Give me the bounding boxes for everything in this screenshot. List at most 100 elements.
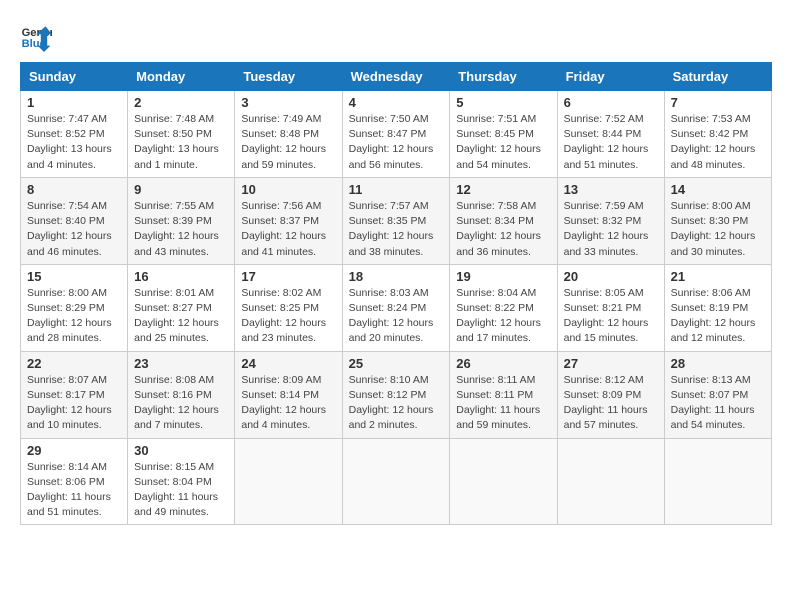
calendar-cell: 30 Sunrise: 8:15 AMSunset: 8:04 PMDayligh…	[128, 438, 235, 525]
calendar-week-row: 22 Sunrise: 8:07 AMSunset: 8:17 PMDayligh…	[21, 351, 772, 438]
calendar-cell: 28 Sunrise: 8:13 AMSunset: 8:07 PMDayligh…	[664, 351, 771, 438]
day-info: Sunrise: 8:12 AMSunset: 8:09 PMDaylight:…	[564, 373, 658, 434]
day-number: 16	[134, 269, 228, 284]
calendar-cell: 20 Sunrise: 8:05 AMSunset: 8:21 PMDayligh…	[557, 264, 664, 351]
day-number: 21	[671, 269, 765, 284]
calendar-cell: 9 Sunrise: 7:55 AMSunset: 8:39 PMDaylight…	[128, 177, 235, 264]
day-number: 11	[349, 182, 444, 197]
calendar-cell	[557, 438, 664, 525]
calendar-cell: 14 Sunrise: 8:00 AMSunset: 8:30 PMDayligh…	[664, 177, 771, 264]
day-info: Sunrise: 8:00 AMSunset: 8:29 PMDaylight:…	[27, 286, 121, 347]
day-number: 7	[671, 95, 765, 110]
day-number: 29	[27, 443, 121, 458]
calendar-cell: 11 Sunrise: 7:57 AMSunset: 8:35 PMDayligh…	[342, 177, 450, 264]
calendar-cell: 4Sunrise: 7:50 AMSunset: 8:47 PMDaylight…	[342, 91, 450, 178]
day-number: 1	[27, 95, 121, 110]
day-info: Sunrise: 7:52 AMSunset: 8:44 PMDaylight:…	[564, 112, 658, 173]
calendar-cell: 6 Sunrise: 7:52 AMSunset: 8:44 PMDaylight…	[557, 91, 664, 178]
day-info: Sunrise: 7:54 AMSunset: 8:40 PMDaylight:…	[27, 199, 121, 260]
day-number: 6	[564, 95, 658, 110]
day-info: Sunrise: 7:48 AMSunset: 8:50 PMDaylight:…	[134, 112, 228, 173]
day-info: Sunrise: 8:02 AMSunset: 8:25 PMDaylight:…	[241, 286, 335, 347]
day-info: Sunrise: 7:53 AMSunset: 8:42 PMDaylight:…	[671, 112, 765, 173]
day-info: Sunrise: 8:13 AMSunset: 8:07 PMDaylight:…	[671, 373, 765, 434]
day-number: 17	[241, 269, 335, 284]
day-info: Sunrise: 8:08 AMSunset: 8:16 PMDaylight:…	[134, 373, 228, 434]
calendar-cell: 15 Sunrise: 8:00 AMSunset: 8:29 PMDayligh…	[21, 264, 128, 351]
day-number: 3	[241, 95, 335, 110]
day-number: 30	[134, 443, 228, 458]
day-number: 12	[456, 182, 550, 197]
calendar-cell: 22 Sunrise: 8:07 AMSunset: 8:17 PMDayligh…	[21, 351, 128, 438]
day-number: 28	[671, 356, 765, 371]
weekday-header: Saturday	[664, 63, 771, 91]
day-number: 20	[564, 269, 658, 284]
logo: General Blue	[20, 20, 54, 52]
day-info: Sunrise: 8:14 AMSunset: 8:06 PMDaylight:…	[27, 460, 121, 521]
day-number: 9	[134, 182, 228, 197]
weekday-header: Friday	[557, 63, 664, 91]
calendar-header-row: SundayMondayTuesdayWednesdayThursdayFrid…	[21, 63, 772, 91]
day-info: Sunrise: 7:50 AMSunset: 8:47 PMDaylight:…	[349, 112, 444, 173]
day-info: Sunrise: 7:56 AMSunset: 8:37 PMDaylight:…	[241, 199, 335, 260]
day-info: Sunrise: 7:58 AMSunset: 8:34 PMDaylight:…	[456, 199, 550, 260]
day-number: 23	[134, 356, 228, 371]
day-number: 25	[349, 356, 444, 371]
day-number: 26	[456, 356, 550, 371]
day-info: Sunrise: 8:09 AMSunset: 8:14 PMDaylight:…	[241, 373, 335, 434]
calendar-cell: 23 Sunrise: 8:08 AMSunset: 8:16 PMDayligh…	[128, 351, 235, 438]
day-info: Sunrise: 7:49 AMSunset: 8:48 PMDaylight:…	[241, 112, 335, 173]
calendar-cell: 26 Sunrise: 8:11 AMSunset: 8:11 PMDayligh…	[450, 351, 557, 438]
day-number: 18	[349, 269, 444, 284]
day-number: 10	[241, 182, 335, 197]
calendar-cell: 7 Sunrise: 7:53 AMSunset: 8:42 PMDaylight…	[664, 91, 771, 178]
day-number: 19	[456, 269, 550, 284]
calendar-cell	[664, 438, 771, 525]
day-number: 5	[456, 95, 550, 110]
day-number: 13	[564, 182, 658, 197]
calendar-cell: 5 Sunrise: 7:51 AMSunset: 8:45 PMDaylight…	[450, 91, 557, 178]
calendar-cell: 27Sunrise: 8:12 AMSunset: 8:09 PMDayligh…	[557, 351, 664, 438]
calendar-cell: 17 Sunrise: 8:02 AMSunset: 8:25 PMDayligh…	[235, 264, 342, 351]
calendar-cell: 8Sunrise: 7:54 AMSunset: 8:40 PMDaylight…	[21, 177, 128, 264]
day-info: Sunrise: 8:05 AMSunset: 8:21 PMDaylight:…	[564, 286, 658, 347]
day-info: Sunrise: 8:04 AMSunset: 8:22 PMDaylight:…	[456, 286, 550, 347]
calendar-cell: 10 Sunrise: 7:56 AMSunset: 8:37 PMDayligh…	[235, 177, 342, 264]
day-number: 24	[241, 356, 335, 371]
calendar-cell: 24 Sunrise: 8:09 AMSunset: 8:14 PMDayligh…	[235, 351, 342, 438]
day-number: 15	[27, 269, 121, 284]
day-info: Sunrise: 8:00 AMSunset: 8:30 PMDaylight:…	[671, 199, 765, 260]
weekday-header: Thursday	[450, 63, 557, 91]
day-info: Sunrise: 7:51 AMSunset: 8:45 PMDaylight:…	[456, 112, 550, 173]
calendar-cell	[450, 438, 557, 525]
calendar-table: SundayMondayTuesdayWednesdayThursdayFrid…	[20, 62, 772, 525]
day-info: Sunrise: 7:55 AMSunset: 8:39 PMDaylight:…	[134, 199, 228, 260]
calendar-week-row: 15 Sunrise: 8:00 AMSunset: 8:29 PMDayligh…	[21, 264, 772, 351]
calendar-week-row: 1Sunrise: 7:47 AMSunset: 8:52 PMDaylight…	[21, 91, 772, 178]
day-info: Sunrise: 8:01 AMSunset: 8:27 PMDaylight:…	[134, 286, 228, 347]
calendar-week-row: 8Sunrise: 7:54 AMSunset: 8:40 PMDaylight…	[21, 177, 772, 264]
day-info: Sunrise: 8:06 AMSunset: 8:19 PMDaylight:…	[671, 286, 765, 347]
calendar-cell	[342, 438, 450, 525]
calendar-cell: 12 Sunrise: 7:58 AMSunset: 8:34 PMDayligh…	[450, 177, 557, 264]
day-info: Sunrise: 7:59 AMSunset: 8:32 PMDaylight:…	[564, 199, 658, 260]
day-info: Sunrise: 8:10 AMSunset: 8:12 PMDaylight:…	[349, 373, 444, 434]
day-info: Sunrise: 7:57 AMSunset: 8:35 PMDaylight:…	[349, 199, 444, 260]
calendar-cell: 18 Sunrise: 8:03 AMSunset: 8:24 PMDayligh…	[342, 264, 450, 351]
weekday-header: Monday	[128, 63, 235, 91]
day-info: Sunrise: 8:03 AMSunset: 8:24 PMDaylight:…	[349, 286, 444, 347]
calendar-week-row: 29 Sunrise: 8:14 AMSunset: 8:06 PMDayligh…	[21, 438, 772, 525]
calendar-cell	[235, 438, 342, 525]
logo-icon: General Blue	[20, 20, 52, 52]
day-info: Sunrise: 8:15 AMSunset: 8:04 PMDaylight:…	[134, 460, 228, 521]
day-number: 14	[671, 182, 765, 197]
calendar-cell: 21 Sunrise: 8:06 AMSunset: 8:19 PMDayligh…	[664, 264, 771, 351]
day-number: 22	[27, 356, 121, 371]
calendar-cell: 3 Sunrise: 7:49 AMSunset: 8:48 PMDaylight…	[235, 91, 342, 178]
weekday-header: Wednesday	[342, 63, 450, 91]
day-info: Sunrise: 8:07 AMSunset: 8:17 PMDaylight:…	[27, 373, 121, 434]
calendar-cell: 19 Sunrise: 8:04 AMSunset: 8:22 PMDayligh…	[450, 264, 557, 351]
weekday-header: Sunday	[21, 63, 128, 91]
day-info: Sunrise: 8:11 AMSunset: 8:11 PMDaylight:…	[456, 373, 550, 434]
calendar-cell: 2Sunrise: 7:48 AMSunset: 8:50 PMDaylight…	[128, 91, 235, 178]
